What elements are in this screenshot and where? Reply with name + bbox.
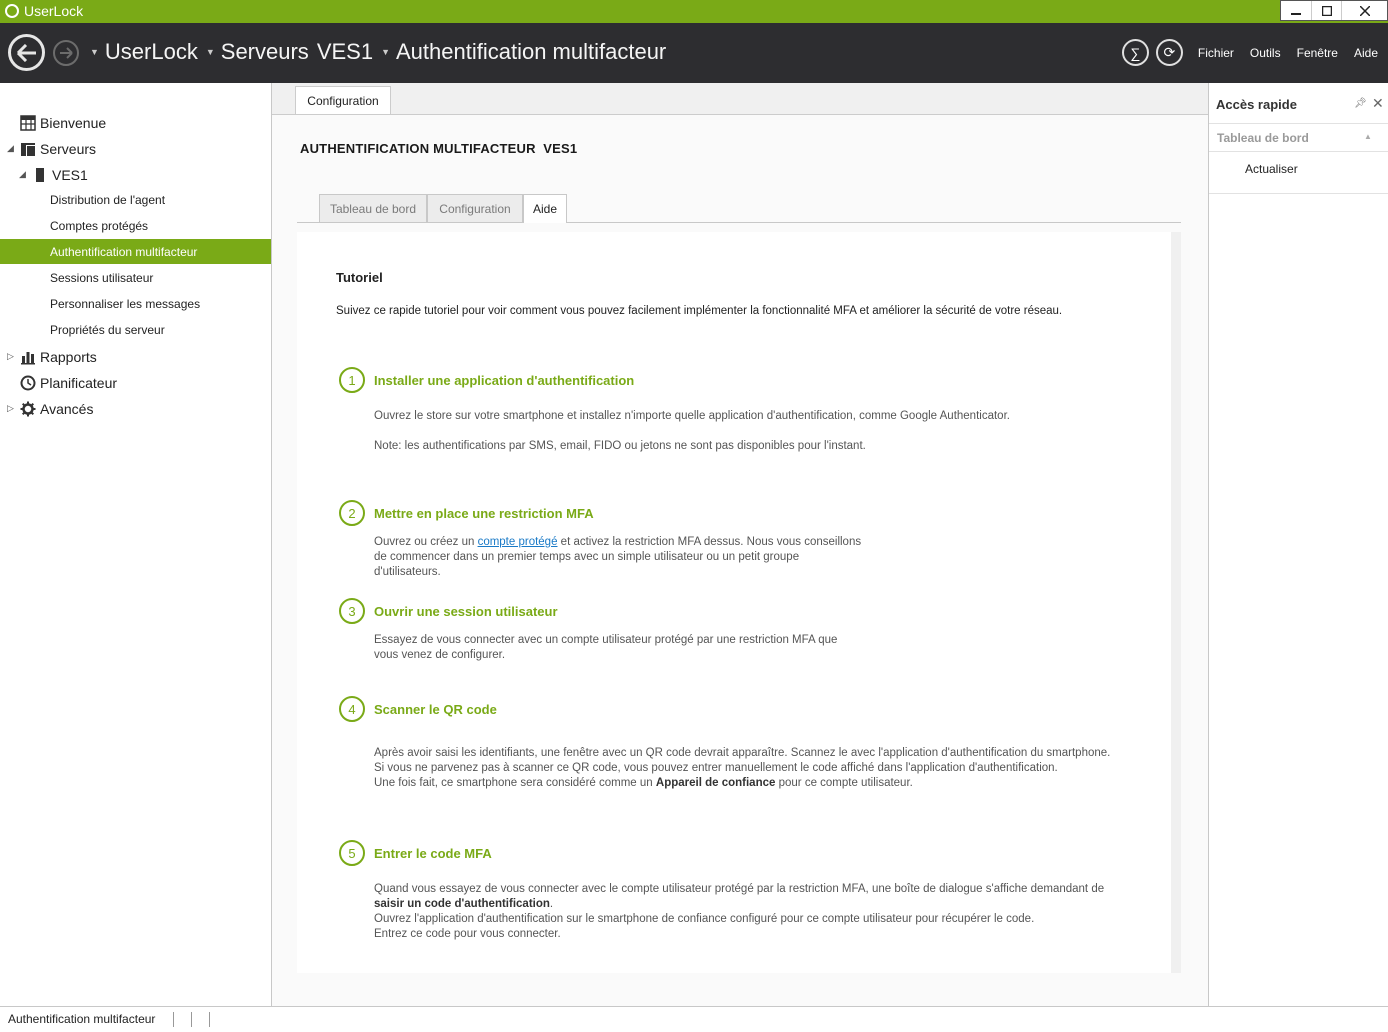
back-arrow-icon: [16, 43, 36, 62]
step-number-badge: 3: [339, 598, 365, 624]
userlock-logo-icon: [5, 4, 19, 18]
dashboard-icon: [20, 115, 36, 131]
status-separator: [191, 1012, 192, 1027]
step-note: Note: les authentifications par SMS, ema…: [374, 440, 866, 452]
dropdown-arrow-icon: ▼: [205, 47, 215, 57]
status-separator: [173, 1012, 174, 1027]
refresh-icon: ⟳: [1163, 44, 1176, 60]
menu-aide[interactable]: Aide: [1354, 46, 1378, 60]
breadcrumb-item[interactable]: ▼ Serveurs: [206, 39, 309, 65]
status-text: Authentification multifacteur: [8, 1012, 156, 1026]
tree-item-bienvenue[interactable]: Bienvenue: [0, 110, 271, 135]
tree-item-ves1[interactable]: ◢ VES1: [0, 162, 271, 187]
tree-item-distribution-agent[interactable]: Distribution de l'agent: [0, 187, 271, 212]
pin-icon[interactable]: 📌︎: [1354, 98, 1367, 109]
refresh-button[interactable]: ⟳: [1155, 39, 1183, 66]
tree-item-avances[interactable]: ▷ Avancés: [0, 396, 271, 421]
subtab-bar: Tableau de bord Configuration Aide: [297, 194, 1181, 223]
tree-item-authentification-multifacteur[interactable]: Authentification multifacteur: [0, 239, 271, 264]
close-window-button[interactable]: [1341, 1, 1387, 20]
breadcrumb-item[interactable]: ▼ UserLock: [90, 39, 198, 65]
tree-item-proprietes-serveur[interactable]: Propriétés du serveur: [0, 317, 271, 342]
collapsed-arrow-icon[interactable]: ▷: [7, 403, 14, 414]
breadcrumb-item[interactable]: ▼ Authentification multifacteur: [381, 39, 666, 65]
tree-item-planificateur[interactable]: Planificateur: [0, 370, 271, 395]
tree-item-personnaliser-messages[interactable]: Personnaliser les messages: [0, 291, 271, 316]
navigation-tree: Bienvenue ◢ Serveurs ◢ VES1 Distribution…: [0, 83, 272, 1006]
tab-configuration[interactable]: Configuration: [295, 86, 391, 115]
step-number-badge: 4: [339, 696, 365, 722]
gear-icon: [20, 401, 36, 417]
page-title: AUTHENTIFICATION MULTIFACTEUR VES1: [300, 141, 578, 156]
menu-fenetre[interactable]: Fenêtre: [1297, 46, 1338, 60]
protected-account-link[interactable]: compte protégé: [478, 536, 558, 548]
collapsed-arrow-icon[interactable]: ▷: [7, 351, 14, 362]
step-text: Quand vous essayez de vous connecter ave…: [374, 883, 1105, 940]
expanded-arrow-icon[interactable]: ◢: [19, 169, 26, 180]
reports-icon: [21, 352, 35, 365]
close-icon: [1359, 5, 1370, 16]
forward-button[interactable]: [53, 40, 79, 66]
quick-access-panel: Accès rapide 📌︎ ✕ Tableau de bord ▲ Actu…: [1208, 83, 1388, 1006]
nav-right-area: ∑ ⟳ Fichier Outils Fenêtre Aide: [1121, 39, 1388, 66]
menu-fichier[interactable]: Fichier: [1198, 46, 1234, 60]
minimize-icon: [1291, 12, 1301, 15]
section-label: Tableau de bord: [1217, 131, 1309, 145]
maximize-icon: [1321, 5, 1332, 16]
dropdown-arrow-icon: ▼: [90, 47, 99, 57]
step-text: Après avoir saisi les identifiants, une …: [374, 747, 1111, 789]
server-icon: [36, 168, 44, 182]
expanded-arrow-icon[interactable]: ◢: [7, 143, 14, 154]
help-panel: Tutoriel Suivez ce rapide tutoriel pour …: [297, 232, 1171, 973]
forward-arrow-icon: [60, 47, 73, 59]
title-bar: UserLock: [0, 0, 1388, 23]
tutorial-intro: Suivez ce rapide tutoriel pour voir comm…: [336, 305, 1063, 317]
step-title: Entrer le code MFA: [374, 846, 492, 861]
step-text: Ouvrez ou créez un compte protégé et act…: [374, 536, 862, 578]
window-controls: [1280, 0, 1388, 21]
main-area: Configuration AUTHENTIFICATION MULTIFACT…: [272, 83, 1208, 1006]
back-button[interactable]: [8, 34, 45, 71]
window-title: UserLock: [24, 3, 84, 19]
tree-item-rapports[interactable]: ▷ Rapports: [0, 344, 271, 369]
actualiser-action[interactable]: Actualiser: [1245, 162, 1298, 176]
tree-item-sessions-utilisateur[interactable]: Sessions utilisateur: [0, 265, 271, 290]
sigma-button[interactable]: ∑: [1121, 39, 1149, 66]
step-text: Essayez de vous connecter avec un compte…: [374, 634, 838, 661]
menu-outils[interactable]: Outils: [1250, 46, 1281, 60]
step-text: Ouvrez le store sur votre smartphone et …: [374, 410, 1010, 422]
subtab-configuration[interactable]: Configuration: [427, 194, 523, 222]
tree-item-comptes-proteges[interactable]: Comptes protégés: [0, 213, 271, 238]
step-title: Scanner le QR code: [374, 702, 497, 717]
step-number-badge: 1: [339, 367, 365, 393]
tutorial-title: Tutoriel: [336, 270, 383, 285]
content-area: AUTHENTIFICATION MULTIFACTEUR VES1 Table…: [272, 114, 1208, 1006]
tree-item-serveurs[interactable]: ◢ Serveurs: [0, 136, 271, 161]
step-title: Ouvrir une session utilisateur: [374, 604, 558, 619]
subtab-tableau-de-bord[interactable]: Tableau de bord: [319, 194, 427, 222]
breadcrumb: ▼ UserLock ▼ Serveurs VES1 ▼ Authentificati…: [90, 39, 674, 65]
dropdown-arrow-icon: ▼: [381, 47, 390, 57]
collapse-arrow-icon: ▲: [1364, 132, 1372, 141]
help-scrollbar[interactable]: [1171, 232, 1181, 973]
quick-access-section-header[interactable]: Tableau de bord ▲: [1209, 123, 1388, 152]
step-title: Installer une application d'authentifica…: [374, 373, 635, 388]
divider: [1209, 193, 1388, 194]
clock-icon: [20, 375, 36, 391]
navigation-bar: ▼ UserLock ▼ Serveurs VES1 ▼ Authentificati…: [0, 23, 1388, 83]
sigma-icon: ∑: [1130, 44, 1141, 61]
quick-access-title: Accès rapide: [1216, 97, 1297, 112]
subtab-aide[interactable]: Aide: [523, 194, 567, 223]
step-number-badge: 5: [339, 840, 365, 866]
status-bar: Authentification multifacteur: [0, 1006, 1388, 1032]
close-panel-button[interactable]: ✕: [1372, 95, 1384, 112]
breadcrumb-item[interactable]: VES1: [317, 39, 373, 65]
step-number-badge: 2: [339, 500, 365, 526]
servers-icon: [21, 143, 35, 156]
minimize-button[interactable]: [1281, 1, 1311, 20]
step-title: Mettre en place une restriction MFA: [374, 506, 594, 521]
maximize-button[interactable]: [1311, 1, 1341, 20]
status-separator: [209, 1012, 210, 1027]
